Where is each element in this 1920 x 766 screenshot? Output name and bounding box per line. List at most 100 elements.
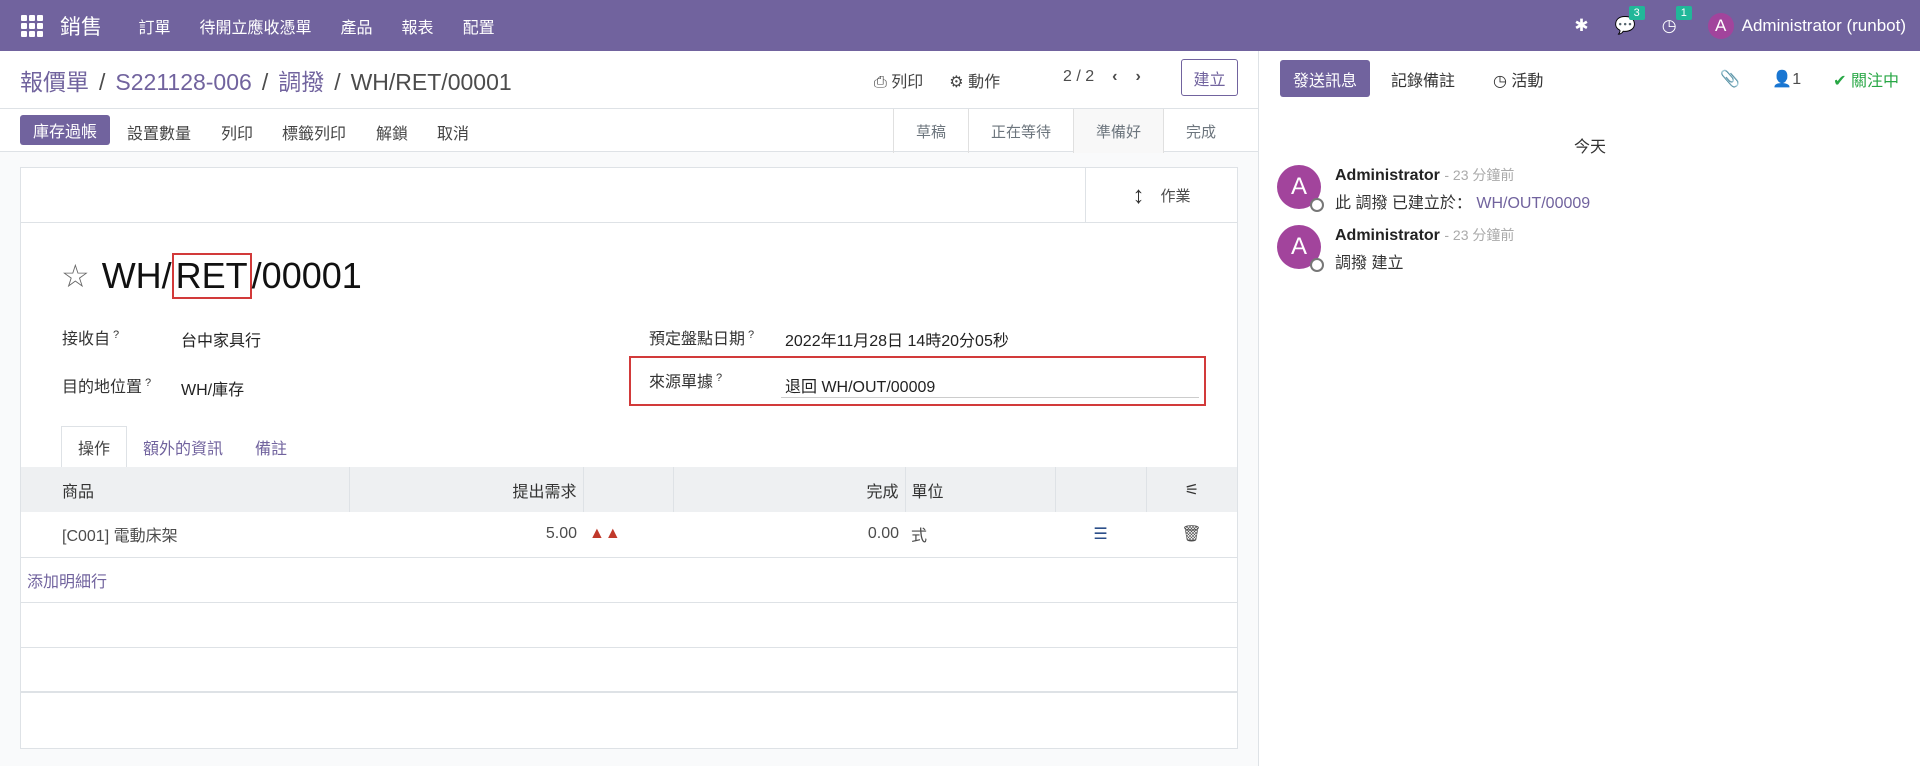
notebook-tabs: 操作 額外的資訊 備註	[61, 426, 303, 468]
menu-item-configuration[interactable]: 配置	[448, 14, 509, 38]
print-menu[interactable]: ⎙ 列印	[874, 68, 923, 92]
breadcrumb: 報價單 / S221128-006/調撥 / WH/RET/00001	[20, 69, 512, 95]
source-document-field[interactable]: 退回 WH/OUT/00009	[785, 373, 935, 397]
create-button[interactable]: 建立	[1181, 59, 1238, 96]
bug-icon[interactable]: ✱	[1574, 16, 1588, 36]
stage-ready[interactable]: 準備好	[1072, 109, 1163, 153]
attachment-icon[interactable]: 📎	[1720, 69, 1740, 89]
action-menu[interactable]: ⚙ 動作	[949, 68, 1000, 92]
empty-row	[21, 647, 1237, 693]
cancel-button[interactable]: 取消	[437, 120, 469, 144]
menu-item-products[interactable]: 產品	[326, 14, 387, 38]
star-icon[interactable]: ☆	[61, 257, 90, 295]
message-link[interactable]: WH/OUT/00009	[1476, 195, 1590, 212]
set-quantities-button[interactable]: 設置數量	[127, 120, 191, 144]
user-avatar[interactable]: A	[1707, 12, 1734, 39]
col-product[interactable]: 商品	[21, 467, 350, 512]
send-message-button[interactable]: 發送訊息	[1280, 60, 1370, 97]
delete-trash-icon[interactable]: 🗑	[1146, 512, 1237, 558]
row-uom[interactable]: 式	[905, 512, 1055, 558]
scheduled-date-field[interactable]: 2022年11月28日 14時20分05秒	[785, 327, 1009, 351]
systray: ✱ 💬 3 ◷ 1 A Administrator (runbot)	[1561, 5, 1920, 39]
check-icon: ✔	[1833, 72, 1851, 90]
add-line-row: 添加明細行	[21, 557, 1237, 603]
add-line-link[interactable]: 添加明細行	[21, 557, 1237, 603]
tab-operations[interactable]: 操作	[61, 426, 128, 468]
message-avatar[interactable]: A	[1277, 165, 1324, 212]
col-done[interactable]: 完成	[673, 467, 906, 512]
validate-button[interactable]: 庫存過帳	[20, 115, 110, 145]
stage-done[interactable]: 完成	[1162, 109, 1238, 153]
menu-item-to-invoice[interactable]: 待開立應收憑單	[185, 14, 326, 38]
date-separator: 今天	[1573, 139, 1606, 156]
chatter-panel: 發送訊息 記錄備註 ◷ 活動 📎 👤1 ✔ 關注中 今天 A Administr…	[1258, 51, 1920, 766]
stage-draft[interactable]: 草稿	[892, 109, 968, 153]
control-panel: 報價單 / S221128-006/調撥 / WH/RET/00001 ⎙ 列印 ⚙ 動…	[0, 51, 1258, 153]
log-note-button[interactable]: 記錄備註	[1391, 67, 1455, 91]
message-item: A Administrator - 23 分鐘前 此 調撥 已建立於： WH/O…	[1277, 165, 1590, 213]
print-labels-button[interactable]: 標籤列印	[282, 120, 346, 144]
unlock-button[interactable]: 解鎖	[376, 120, 408, 144]
print-icon: ⎙	[874, 74, 892, 91]
details-list-icon[interactable]: ☰	[1055, 512, 1146, 558]
source-document-underline	[781, 397, 1199, 398]
breadcrumb-quotations[interactable]: 報價單	[20, 69, 89, 95]
pager-previous-icon[interactable]: ‹	[1112, 68, 1117, 86]
col-demand[interactable]: 提出需求	[349, 467, 584, 512]
message-item: A Administrator - 23 分鐘前 調撥 建立	[1277, 225, 1514, 273]
destination-label: 目的地位置?	[62, 376, 152, 396]
clock-icon: ◷	[1493, 72, 1512, 90]
menu-item-reporting[interactable]: 報表	[387, 14, 448, 38]
app-menu-icon[interactable]	[21, 14, 43, 37]
column-settings-icon[interactable]: ⚟	[1146, 467, 1237, 512]
chatter-right-tools: 📎 👤1 ✔ 關注中	[1688, 67, 1920, 91]
scheduled-date-label: 預定盤點日期?	[649, 328, 755, 348]
receive-from-field[interactable]: 台中家具行	[181, 327, 261, 351]
forecast-chart-icon[interactable]: ▲▲	[583, 512, 673, 558]
row-demand[interactable]: 5.00	[349, 512, 583, 558]
activities-badge: 1	[1675, 5, 1692, 20]
app-brand[interactable]: 銷售	[60, 11, 102, 41]
message-body: 調撥 建立	[1335, 255, 1404, 272]
destination-field[interactable]: WH/庫存	[181, 376, 244, 400]
activity-button[interactable]: ◷ 活動	[1493, 67, 1543, 91]
followers-button[interactable]: 👤1	[1772, 69, 1801, 89]
user-icon: 👤	[1772, 70, 1793, 88]
operations-smart-button[interactable]: ↕ 作業	[1085, 168, 1237, 223]
tab-note[interactable]: 備註	[239, 426, 303, 468]
main-menu: 訂單 待開立應收憑單 產品 報表 配置	[124, 14, 509, 38]
empty-row	[21, 602, 1237, 648]
following-button[interactable]: ✔ 關注中	[1833, 67, 1899, 91]
presence-icon	[1310, 258, 1324, 272]
message-author[interactable]: Administrator	[1335, 227, 1440, 244]
menu-item-orders[interactable]: 訂單	[124, 14, 185, 38]
gear-icon: ⚙	[949, 74, 969, 91]
record-title: ☆ WH/RET/00001	[61, 253, 362, 299]
move-lines-table: 商品 提出需求 完成 單位 ⚟ [C001] 電動床架 5.00 ▲▲ 0.00…	[21, 467, 1237, 693]
activities-icon[interactable]: ◷ 1	[1662, 5, 1692, 36]
breadcrumb-order[interactable]: S221128-006	[115, 69, 251, 95]
pager-next-icon[interactable]: ›	[1135, 68, 1140, 86]
col-uom[interactable]: 單位	[905, 467, 1056, 512]
breadcrumb-transfers[interactable]: 調撥	[278, 69, 324, 95]
presence-icon	[1310, 198, 1324, 212]
user-name[interactable]: Administrator (runbot)	[1742, 16, 1906, 36]
stage-pipeline: 草稿 正在等待 準備好 完成	[892, 109, 1238, 153]
message-avatar[interactable]: A	[1277, 225, 1324, 272]
message-body: 此 調撥 已建立於： WH/OUT/00009	[1335, 195, 1591, 212]
top-navbar: 銷售 訂單 待開立應收憑單 產品 報表 配置 ✱ 💬 3 ◷ 1 A Adminis…	[0, 0, 1920, 51]
form-sheet: ↕ 作業 ☆ WH/RET/00001 接收自? 台中家具行 目的地位置? WH…	[20, 167, 1238, 749]
tab-extra-info[interactable]: 額外的資訊	[127, 426, 239, 468]
row-product[interactable]: [C001] 電動床架	[21, 512, 349, 558]
stage-waiting[interactable]: 正在等待	[967, 109, 1073, 153]
table-row[interactable]: [C001] 電動床架 5.00 ▲▲ 0.00 式 ☰ 🗑	[21, 512, 1237, 558]
pager: 2 / 2 ‹ ›	[1063, 68, 1141, 86]
button-box: ↕ 作業	[21, 168, 1237, 223]
pager-value[interactable]: 2 / 2	[1063, 68, 1094, 86]
print-button[interactable]: 列印	[221, 120, 253, 144]
col-details	[1055, 467, 1147, 512]
row-done[interactable]: 0.00	[673, 512, 905, 558]
chatter-topbar: 發送訊息 記錄備註 ◷ 活動 📎 👤1 ✔ 關注中	[1259, 51, 1920, 106]
messages-icon[interactable]: 💬 3	[1615, 5, 1645, 36]
message-author[interactable]: Administrator	[1335, 167, 1440, 184]
